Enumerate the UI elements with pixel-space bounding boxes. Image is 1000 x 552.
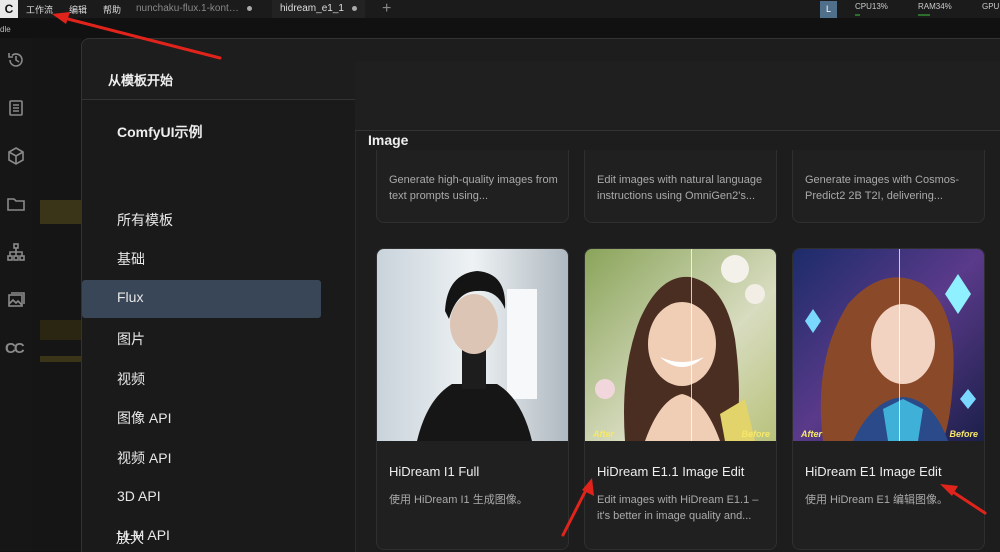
after-label: After <box>801 429 823 439</box>
divider <box>355 100 356 552</box>
before-label: Before <box>949 429 978 439</box>
before-label: Before <box>741 429 770 439</box>
card-description: Generate images with Cosmos-Predict2 2B … <box>805 174 960 202</box>
modal-title: 从模板开始 <box>108 73 174 88</box>
top-bar: C 工作流 编辑 帮助 nunchaku-flux.1-kont… hidrea… <box>0 0 1000 18</box>
template-card[interactable]: Generate high-quality images from text p… <box>376 150 569 223</box>
node-header <box>40 200 82 224</box>
card-title: HiDream E1 Image Edit <box>805 464 942 479</box>
ram-stat: RAM34% <box>918 2 952 11</box>
card-description: Generate high-quality images from text p… <box>389 174 558 202</box>
history-icon[interactable] <box>6 50 26 70</box>
menu-edit[interactable]: 编辑 <box>69 3 87 16</box>
nav-item-images[interactable]: 图片 <box>117 329 145 349</box>
gpu-stat: GPU <box>982 2 1000 11</box>
model-cube-icon[interactable] <box>6 146 26 166</box>
cpu-stat: CPU13% <box>855 2 888 11</box>
template-card-hidream-e1[interactable]: After Before HiDream E1 Image Edit 使用 Hi… <box>792 248 985 550</box>
section-header <box>355 61 1000 131</box>
portrait-dark-hair-icon <box>377 249 568 441</box>
queue-list-icon[interactable] <box>6 98 26 118</box>
user-avatar[interactable]: L <box>820 1 837 18</box>
template-card[interactable]: Generate images with Cosmos-Predict2 2B … <box>792 150 985 223</box>
template-card-hidream-i1[interactable]: HiDream I1 Full 使用 HiDream I1 生成图像。 <box>376 248 569 550</box>
nav-item-upscale[interactable]: 放大 <box>116 528 144 548</box>
ram-bar <box>918 14 930 16</box>
after-label: After <box>593 429 615 439</box>
template-categories-nav: ComfyUI示例 所有模板 基础 Flux 图片 视频 图像 API 视频 A… <box>82 100 355 552</box>
comfyui-logo-icon[interactable]: C <box>0 0 18 18</box>
cpu-bar <box>855 14 860 16</box>
node-header <box>40 320 82 340</box>
new-tab-plus-icon[interactable]: + <box>382 0 391 18</box>
left-sidebar: CC <box>0 38 32 551</box>
portrait-anime-woman-icon <box>793 249 984 441</box>
section-title: Image <box>368 132 409 148</box>
nav-item-basics[interactable]: 基础 <box>117 249 145 269</box>
portrait-smiling-woman-icon <box>585 249 776 441</box>
nav-item-video-api[interactable]: 视频 API <box>117 448 171 468</box>
folder-icon[interactable] <box>6 194 26 214</box>
card-title: HiDream I1 Full <box>389 464 480 479</box>
card-description: Edit images with HiDream E1.1 – it's bet… <box>597 494 759 522</box>
before-after-divider[interactable] <box>899 249 900 441</box>
nav-item-all-templates[interactable]: 所有模板 <box>117 210 173 230</box>
workflow-canvas[interactable] <box>32 38 82 551</box>
nav-item-video[interactable]: 视频 <box>117 369 145 389</box>
card-description: 使用 HiDream E1 编辑图像。 <box>805 494 949 506</box>
nav-item-flux[interactable]: Flux <box>117 289 143 305</box>
card-title: HiDream E1.1 Image Edit <box>597 464 745 479</box>
menu-workflow[interactable]: 工作流 <box>26 3 53 16</box>
card-description: Edit images with natural language instru… <box>597 174 763 202</box>
nav-item-3d-api[interactable]: 3D API <box>117 488 161 504</box>
tab-nunchaku[interactable]: nunchaku-flux.1-kont… <box>136 0 252 18</box>
node-header <box>40 356 82 362</box>
tab-label: hidream_e1_1 <box>280 3 344 14</box>
card-description: 使用 HiDream I1 生成图像。 <box>389 494 528 506</box>
tab-hidream[interactable]: hidream_e1_1 <box>272 0 365 18</box>
sub-bar-text: dle <box>0 25 11 34</box>
before-after-divider[interactable] <box>691 249 692 441</box>
template-card[interactable]: Edit images with natural language instru… <box>584 150 777 223</box>
tab-label: nunchaku-flux.1-kont… <box>136 3 239 14</box>
unsaved-dot-icon <box>351 5 357 11</box>
template-card-hidream-e1-1[interactable]: After Before HiDream E1.1 Image Edit Edi… <box>584 248 777 550</box>
node-tree-icon[interactable] <box>6 242 26 262</box>
nav-item-image-api[interactable]: 图像 API <box>117 408 171 428</box>
nav-title: ComfyUI示例 <box>117 124 203 140</box>
templates-image-icon[interactable] <box>6 290 26 310</box>
cc-logo-icon[interactable]: CC <box>5 340 25 357</box>
unsaved-dot-icon <box>246 5 252 11</box>
menu-help[interactable]: 帮助 <box>103 3 121 16</box>
